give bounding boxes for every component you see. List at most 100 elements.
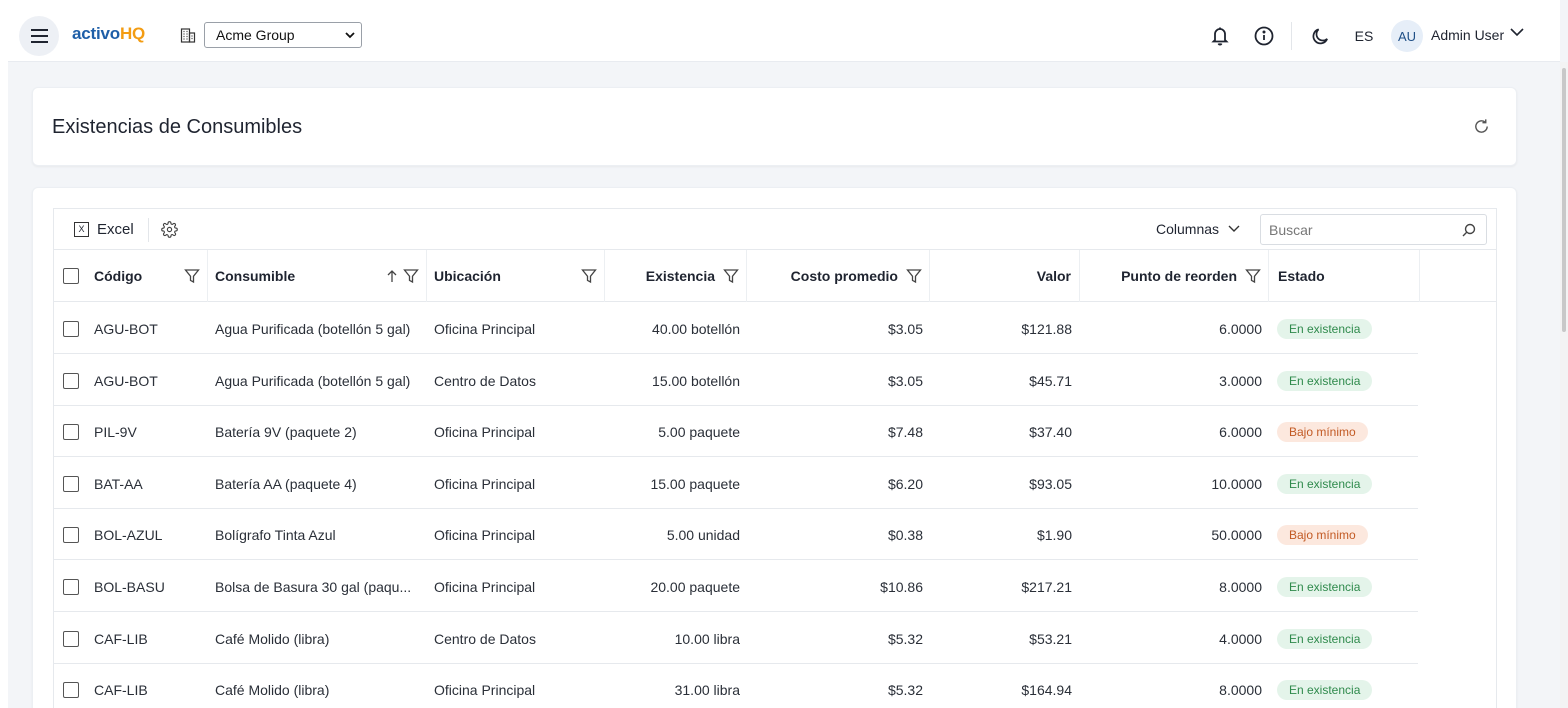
cell-text: BAT-AA bbox=[94, 475, 143, 492]
cell-text: 50.0000 bbox=[1211, 526, 1262, 543]
cell-text: 3.0000 bbox=[1219, 372, 1262, 389]
cell-consumable: Café Molido (libra) bbox=[208, 664, 427, 708]
cell-text: $37.40 bbox=[1029, 423, 1072, 440]
cell-text: BOL-AZUL bbox=[94, 526, 163, 543]
table-row[interactable]: BAT-AA Batería AA (paquete 4) Oficina Prin… bbox=[54, 458, 1418, 509]
cell-value: $217.21 bbox=[930, 561, 1080, 612]
cell-text: $3.05 bbox=[887, 372, 923, 389]
cell-text: 15.00 paquete bbox=[650, 475, 740, 492]
info-button[interactable] bbox=[1252, 22, 1276, 50]
scrollbar-thumb[interactable] bbox=[1562, 68, 1566, 332]
row-checkbox[interactable] bbox=[62, 372, 79, 389]
header-location[interactable]: Ubicación bbox=[427, 250, 605, 302]
app-logo[interactable]: activoHQ bbox=[72, 24, 145, 44]
excel-export-button[interactable]: X Excel bbox=[74, 221, 134, 238]
cell-status: En existencia bbox=[1269, 561, 1419, 612]
company-select[interactable]: Acme Group bbox=[204, 22, 362, 48]
columns-button[interactable]: Columnas bbox=[1156, 221, 1240, 237]
cell-consumable: Batería AA (paquete 4) bbox=[208, 458, 427, 509]
table-row[interactable]: CAF-LIB Café Molido (libra) Centro de Dato… bbox=[54, 613, 1418, 664]
cell-text: 5.00 paquete bbox=[658, 423, 740, 440]
cell-location: Oficina Principal bbox=[427, 664, 605, 708]
row-checkbox[interactable] bbox=[62, 681, 79, 698]
company-select-value: Acme Group bbox=[216, 27, 295, 43]
cell-stock: 31.00 libra bbox=[605, 664, 747, 708]
refresh-icon[interactable] bbox=[1473, 118, 1490, 135]
cell-text: CAF-LIB bbox=[94, 681, 148, 698]
table-row[interactable]: AGU-BOT Agua Purificada (botellón 5 gal) O… bbox=[54, 303, 1418, 354]
cell-text: Agua Purificada (botellón 5 gal) bbox=[215, 320, 411, 337]
header-avg-cost[interactable]: Costo promedio bbox=[747, 250, 930, 302]
table-row[interactable]: PIL-9V Batería 9V (paquete 2) Oficina Prin… bbox=[54, 406, 1418, 457]
cell-location: Oficina Principal bbox=[427, 303, 605, 354]
table-row[interactable]: BOL-AZUL Bolígrafo Tinta Azul Oficina Prin… bbox=[54, 509, 1418, 560]
status-badge: En existencia bbox=[1277, 679, 1373, 700]
header-status[interactable]: Estado bbox=[1269, 250, 1420, 302]
header-stock[interactable]: Existencia bbox=[605, 250, 747, 302]
notifications-button[interactable] bbox=[1208, 22, 1232, 50]
avatar[interactable]: AU bbox=[1391, 20, 1423, 52]
row-checkbox[interactable] bbox=[62, 320, 79, 337]
theme-toggle[interactable] bbox=[1308, 22, 1332, 50]
row-checkbox[interactable] bbox=[62, 526, 79, 543]
gear-icon[interactable] bbox=[161, 221, 178, 238]
cell-reorder-point: 8.0000 bbox=[1080, 561, 1269, 612]
filter-icon[interactable] bbox=[403, 268, 419, 284]
cell-stock: 5.00 unidad bbox=[605, 509, 747, 560]
cell-text: $164.94 bbox=[1021, 681, 1072, 698]
cell-text: 8.0000 bbox=[1219, 578, 1262, 595]
cell-code: PIL-9V bbox=[87, 406, 208, 457]
row-checkbox[interactable] bbox=[62, 630, 79, 647]
cell-text: $1.90 bbox=[1036, 526, 1072, 543]
cell-stock: 20.00 paquete bbox=[605, 561, 747, 612]
row-checkbox[interactable] bbox=[62, 475, 79, 492]
cell-location: Oficina Principal bbox=[427, 561, 605, 612]
header-reorder-point[interactable]: Punto de reorden bbox=[1080, 250, 1269, 302]
table-row[interactable]: AGU-BOT Agua Purificada (botellón 5 gal) C… bbox=[54, 355, 1418, 406]
cell-avg-cost: $6.20 bbox=[747, 458, 930, 509]
cell-status: En existencia bbox=[1269, 303, 1419, 354]
chevron-down-icon bbox=[345, 31, 355, 38]
cell-text: $3.05 bbox=[887, 320, 923, 337]
user-name[interactable]: Admin User bbox=[1431, 27, 1504, 43]
header-consumable[interactable]: Consumible bbox=[208, 250, 427, 302]
cell-text: 4.0000 bbox=[1219, 630, 1262, 647]
table-row[interactable]: BOL-BASU Bolsa de Basura 30 gal (paqu... O… bbox=[54, 561, 1418, 612]
row-select-cell bbox=[54, 613, 87, 664]
cell-status: Bajo mínimo bbox=[1269, 406, 1419, 457]
cell-avg-cost: $0.38 bbox=[747, 509, 930, 560]
row-checkbox[interactable] bbox=[62, 423, 79, 440]
table-row[interactable]: CAF-LIB Café Molido (libra) Oficina Princi… bbox=[54, 664, 1418, 708]
cell-consumable: Agua Purificada (botellón 5 gal) bbox=[208, 303, 427, 354]
status-badge: En existencia bbox=[1277, 318, 1373, 339]
toolbar-divider bbox=[148, 218, 149, 242]
header-value[interactable]: Valor bbox=[930, 250, 1080, 302]
cell-stock: 15.00 paquete bbox=[605, 458, 747, 509]
cell-text: $5.32 bbox=[887, 681, 923, 698]
cell-text: $45.71 bbox=[1029, 372, 1072, 389]
filter-icon[interactable] bbox=[723, 268, 739, 284]
status-badge: Bajo mínimo bbox=[1277, 524, 1368, 545]
filter-icon[interactable] bbox=[184, 268, 200, 284]
row-select-cell bbox=[54, 406, 87, 457]
filter-icon[interactable] bbox=[1245, 268, 1261, 284]
page-title: Existencias de Consumibles bbox=[52, 116, 303, 138]
menu-button[interactable] bbox=[19, 16, 59, 56]
filter-icon[interactable] bbox=[906, 268, 922, 284]
topbar-divider bbox=[1291, 22, 1292, 50]
cell-avg-cost: $10.86 bbox=[747, 561, 930, 612]
cell-stock: 40.00 botellón bbox=[605, 303, 747, 354]
filter-icon[interactable] bbox=[581, 268, 597, 284]
cell-consumable: Agua Purificada (botellón 5 gal) bbox=[208, 355, 427, 406]
header-code[interactable]: Código bbox=[87, 250, 208, 302]
bell-icon bbox=[1211, 27, 1229, 46]
language-button[interactable]: ES bbox=[1353, 22, 1375, 50]
page-scrollbar[interactable] bbox=[1560, 62, 1568, 708]
search-input[interactable] bbox=[1269, 221, 1454, 238]
search-icon[interactable] bbox=[1462, 223, 1476, 237]
row-checkbox[interactable] bbox=[62, 578, 79, 595]
select-all-checkbox[interactable] bbox=[62, 268, 79, 284]
cell-status: Bajo mínimo bbox=[1269, 509, 1419, 560]
chevron-down-icon[interactable] bbox=[1510, 28, 1524, 37]
sort-up-icon[interactable] bbox=[386, 269, 398, 283]
